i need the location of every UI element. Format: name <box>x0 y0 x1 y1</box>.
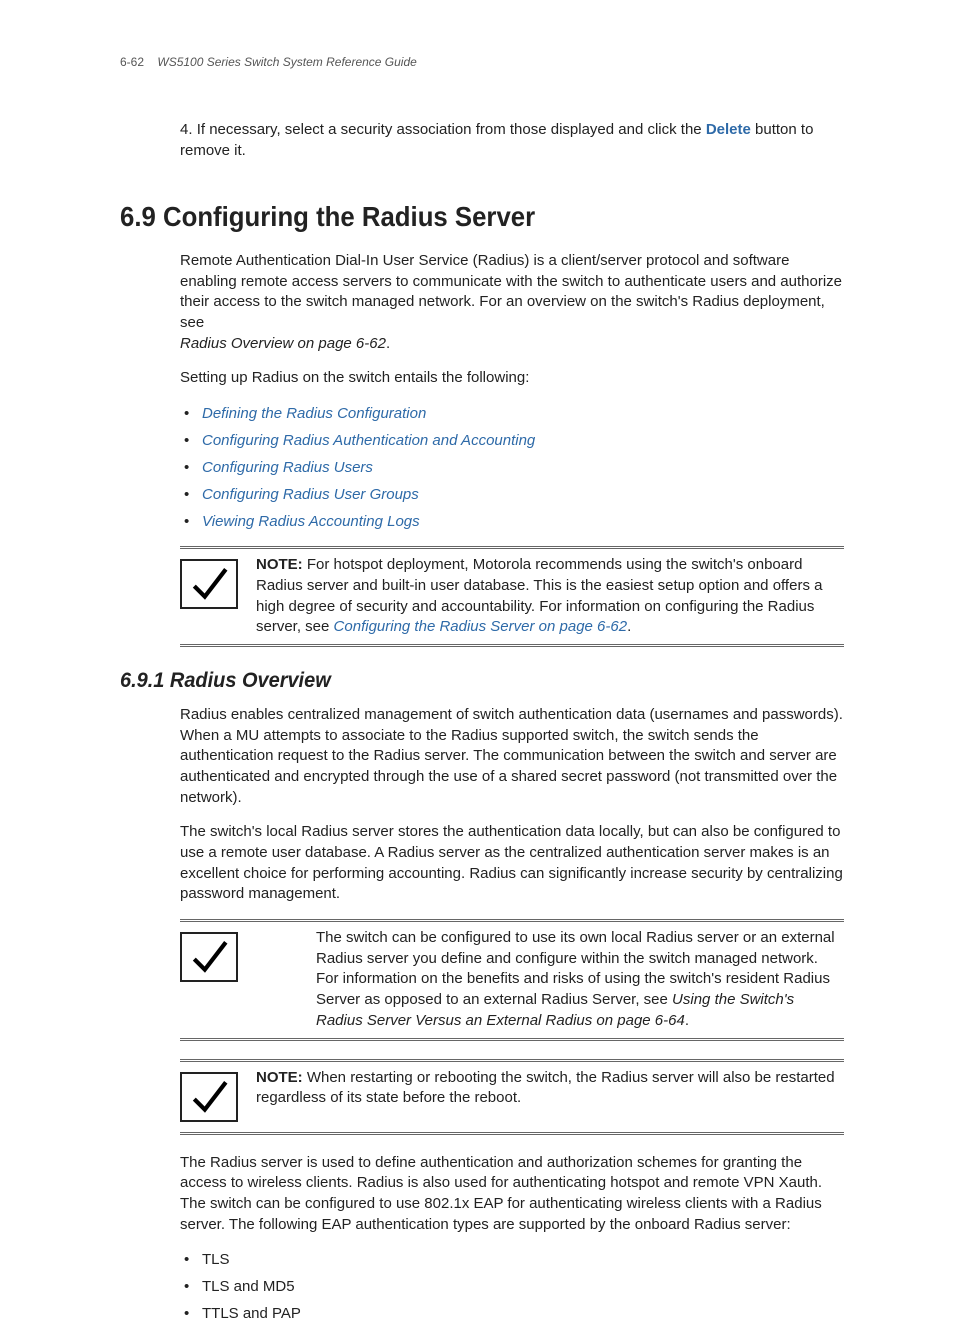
section-6-9-heading: 6.9 Configuring the Radius Server <box>120 201 786 233</box>
list-item: TLS and MD5 <box>180 1276 844 1297</box>
delete-link[interactable]: Delete <box>706 121 751 138</box>
list-item: TLS <box>180 1249 844 1270</box>
link-defining-radius-config[interactable]: Defining the Radius Configuration <box>202 405 426 422</box>
section-number: 6.9.1 <box>120 669 164 692</box>
step-4: 4. If necessary, select a security assoc… <box>180 119 844 161</box>
setup-bullet-list: Defining the Radius Configuration Config… <box>180 403 844 532</box>
section-title: Configuring the Radius Server <box>163 201 535 232</box>
sec691-para2: The switch's local Radius server stores … <box>180 822 844 905</box>
list-item: Viewing Radius Accounting Logs <box>180 511 844 532</box>
eap-type: TTLS and PAP <box>202 1305 301 1322</box>
link-config-radius-auth[interactable]: Configuring Radius Authentication and Ac… <box>202 432 535 449</box>
sec691-para1: Radius enables centralized management of… <box>180 705 844 808</box>
step-text-pre: If necessary, select a security associat… <box>197 121 706 138</box>
list-item: Configuring Radius Users <box>180 457 844 478</box>
note-local-external: The switch can be configured to use its … <box>180 919 844 1040</box>
page-number: 6-62 <box>120 55 144 69</box>
note-text: NOTE: For hotspot deployment, Motorola r… <box>256 555 844 638</box>
note-hotspot: NOTE: For hotspot deployment, Motorola r… <box>180 546 844 647</box>
link-config-radius-users[interactable]: Configuring Radius Users <box>202 459 373 476</box>
list-item: Configuring Radius Authentication and Ac… <box>180 430 844 451</box>
running-header: 6-62 WS5100 Series Switch System Referen… <box>120 55 844 69</box>
eap-types-list: TLS TLS and MD5 TTLS and PAP <box>180 1249 844 1324</box>
sec69-para1: Remote Authentication Dial-In User Servi… <box>180 251 844 354</box>
para-text: Remote Authentication Dial-In User Servi… <box>180 252 842 331</box>
step-number: 4. <box>180 121 193 138</box>
sec69-para2: Setting up Radius on the switch entails … <box>180 368 844 389</box>
eap-type: TLS and MD5 <box>202 1278 295 1295</box>
note-restart: NOTE: When restarting or rebooting the s… <box>180 1059 844 1135</box>
link-config-radius-server[interactable]: Configuring the Radius Server on page 6-… <box>334 618 628 635</box>
note-text: The switch can be configured to use its … <box>256 928 844 1031</box>
doc-title: WS5100 Series Switch System Reference Gu… <box>157 55 416 69</box>
checkmark-icon <box>180 932 238 982</box>
note-text: NOTE: When restarting or rebooting the s… <box>256 1068 844 1109</box>
para1-ref: Radius Overview on page 6-62 <box>180 335 386 352</box>
section-title: Radius Overview <box>170 669 331 692</box>
eap-type: TLS <box>202 1251 230 1268</box>
checkmark-icon <box>180 1072 238 1122</box>
para-after-notes: The Radius server is used to define auth… <box>180 1153 844 1236</box>
list-item: Defining the Radius Configuration <box>180 403 844 424</box>
note-label: NOTE: <box>256 1069 303 1086</box>
section-number: 6.9 <box>120 201 156 232</box>
link-view-radius-logs[interactable]: Viewing Radius Accounting Logs <box>202 513 420 530</box>
section-6-9-1-heading: 6.9.1 Radius Overview <box>120 669 808 693</box>
checkmark-icon <box>180 559 238 609</box>
list-item: TTLS and PAP <box>180 1303 844 1324</box>
link-config-radius-groups[interactable]: Configuring Radius User Groups <box>202 486 419 503</box>
list-item: Configuring Radius User Groups <box>180 484 844 505</box>
note-label: NOTE: <box>256 556 303 573</box>
note-body: When restarting or rebooting the switch,… <box>256 1069 835 1107</box>
page: 6-62 WS5100 Series Switch System Referen… <box>0 0 954 1235</box>
